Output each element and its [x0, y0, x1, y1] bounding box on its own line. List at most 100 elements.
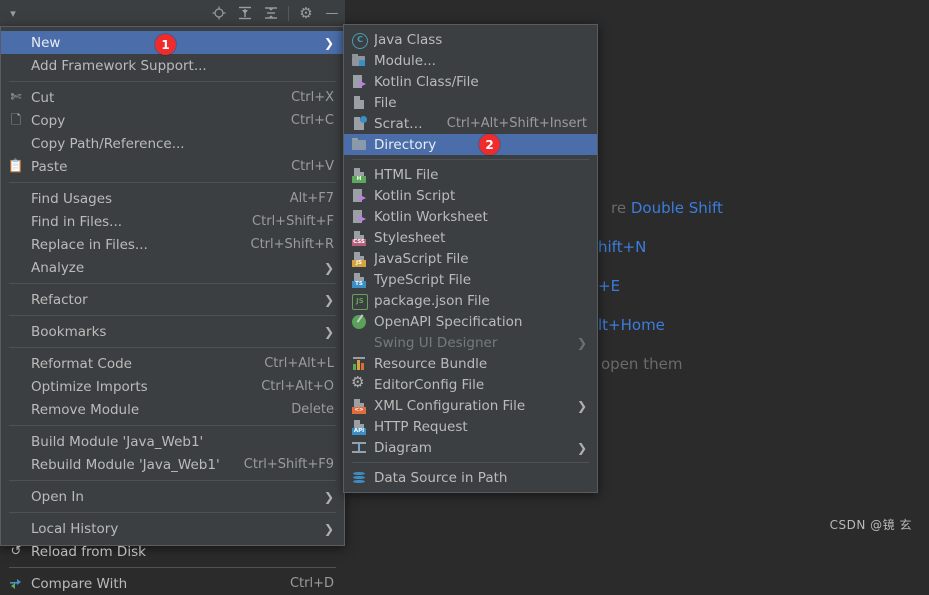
submenu-item-label: TypeScript File	[374, 271, 472, 288]
editor-hint-prefix: re	[611, 199, 627, 217]
menu-item-icon	[1, 399, 31, 420]
context-menu[interactable]: New ❯ Add Framework Support... ✄ Cut Ctr…	[0, 26, 345, 592]
submenu-item-typescript-file[interactable]: TS TypeScript File	[344, 269, 597, 290]
chevron-right-icon: ❯	[323, 35, 334, 50]
submenu-item-openapi-specification[interactable]: OpenAPI Specification	[344, 311, 597, 332]
menu-item-copy-path-reference[interactable]: Copy Path/Reference...	[1, 132, 344, 155]
settings-gear-icon[interactable]: ⚙	[293, 0, 319, 26]
menu-item-label: Local History	[31, 520, 119, 537]
submenu-item-javascript-file[interactable]: JS JavaScript File	[344, 248, 597, 269]
submenu-item-http-request[interactable]: API HTTP Request	[344, 416, 597, 437]
menu-item-bookmarks[interactable]: Bookmarks ❯	[1, 320, 344, 343]
menu-item-icon	[1, 211, 31, 232]
menu-item-open-in[interactable]: Open In ❯	[1, 485, 344, 508]
chevron-right-icon: ❯	[323, 260, 334, 275]
submenu-item-xml-configuration-file[interactable]: <> XML Configuration File ❯	[344, 395, 597, 416]
locate-target-icon[interactable]	[206, 0, 232, 26]
menu-item-add-framework-support[interactable]: Add Framework Support...	[1, 54, 344, 77]
submenu-item-resource-bundle[interactable]: Resource Bundle	[344, 353, 597, 374]
menu-item-icon	[1, 55, 31, 76]
submenu-item-directory[interactable]: Directory	[344, 134, 597, 155]
file-tag: CSS	[352, 238, 366, 246]
submenu-item-html-file[interactable]: H HTML File	[344, 164, 597, 185]
submenu-item-label: Kotlin Class/File	[374, 73, 479, 90]
menu-item-shortcut: Ctrl+Shift+R	[250, 237, 335, 252]
expand-all-icon[interactable]	[232, 0, 258, 26]
menu-item-analyze[interactable]: Analyze ❯	[1, 256, 344, 279]
submenu-item-shortcut: Ctrl+Alt+Shift+Insert	[446, 116, 587, 131]
editor-hint-key: +E	[598, 277, 621, 295]
editor-hint-row: lt+Home	[598, 316, 665, 334]
submenu-item-label: XML Configuration File	[374, 397, 526, 414]
hide-minimize-icon[interactable]: —	[319, 0, 345, 26]
js-file-icon: JS	[344, 248, 374, 269]
file-tag: <>	[352, 406, 366, 414]
menu-item-optimize-imports[interactable]: Optimize Imports Ctrl+Alt+O	[1, 375, 344, 398]
dropdown-chevron-glyph: ▾	[10, 6, 16, 20]
submenu-item-kotlin-worksheet[interactable]: Kotlin Worksheet	[344, 206, 597, 227]
collapse-all-glyph	[265, 7, 277, 19]
menu-item-label: Optimize Imports	[31, 378, 148, 395]
menu-item-reformat-code[interactable]: Reformat Code Ctrl+Alt+L	[1, 352, 344, 375]
menu-item-label: Build Module 'Java_Web1'	[31, 433, 204, 450]
scratch-file-icon	[344, 113, 374, 134]
submenu-item-diagram[interactable]: Diagram ❯	[344, 437, 597, 458]
menu-item-icon	[1, 376, 31, 397]
menu-item-label: Remove Module	[31, 401, 140, 418]
menu-item-icon	[1, 257, 31, 278]
menu-item-paste[interactable]: 📋 Paste Ctrl+V	[1, 155, 344, 178]
menu-item-remove-module[interactable]: Remove Module Delete	[1, 398, 344, 421]
menu-item-local-history[interactable]: Local History ❯	[1, 517, 344, 540]
menu-item-reload-from-disk[interactable]: ↺ Reload from Disk	[1, 540, 344, 563]
submenu-item-scratch-file[interactable]: Scratch File Ctrl+Alt+Shift+Insert	[344, 113, 597, 134]
menu-item-build-module[interactable]: Build Module 'Java_Web1'	[1, 430, 344, 453]
menu-item-copy[interactable]: 🗋 Copy Ctrl+C	[1, 109, 344, 132]
submenu-item-stylesheet[interactable]: CSS Stylesheet	[344, 227, 597, 248]
submenu-item-label: File	[374, 94, 397, 111]
menu-item-find-in-files[interactable]: Find in Files... Ctrl+Shift+F	[1, 210, 344, 233]
submenu-item-label: OpenAPI Specification	[374, 313, 523, 330]
menu-item-replace-in-files[interactable]: Replace in Files... Ctrl+Shift+R	[1, 233, 344, 256]
dropdown-chevron-icon[interactable]: ▾	[0, 0, 26, 26]
menu-item-icon	[1, 133, 31, 154]
menu-item-cut[interactable]: ✄ Cut Ctrl+X	[1, 86, 344, 109]
menu-item-find-usages[interactable]: Find Usages Alt+F7	[1, 187, 344, 210]
menu-item-icon	[1, 289, 31, 310]
menu-item-compare-with[interactable]: Compare With Ctrl+D	[1, 572, 344, 595]
submenu-item-label: Stylesheet	[374, 229, 446, 246]
kotlin-icon	[344, 185, 374, 206]
locate-target-glyph	[212, 6, 226, 20]
step-badge-2: 2	[479, 134, 500, 155]
menu-item-icon	[1, 234, 31, 255]
compare-glyph	[10, 578, 21, 589]
menu-item-rebuild-module[interactable]: Rebuild Module 'Java_Web1' Ctrl+Shift+F9	[1, 453, 344, 476]
chevron-right-icon: ❯	[576, 440, 587, 455]
submenu-item-package-json-file[interactable]: JS package.json File	[344, 290, 597, 311]
menu-item-refactor[interactable]: Refactor ❯	[1, 288, 344, 311]
expand-all-glyph	[239, 6, 251, 20]
menu-separator	[9, 425, 336, 426]
new-submenu[interactable]: C Java Class Module... Kotlin Class/File…	[343, 24, 598, 493]
menu-item-icon	[1, 321, 31, 342]
collapse-all-icon[interactable]	[258, 0, 284, 26]
menu-item-label: Analyze	[31, 259, 85, 276]
menu-item-shortcut: Ctrl+D	[289, 576, 334, 591]
submenu-item-kotlin-script[interactable]: Kotlin Script	[344, 185, 597, 206]
submenu-item-kotlin-class-file[interactable]: Kotlin Class/File	[344, 71, 597, 92]
menu-item-shortcut: Ctrl+Shift+F9	[243, 457, 334, 472]
submenu-item-java-class[interactable]: C Java Class	[344, 29, 597, 50]
editor-hint-row: open them	[601, 355, 682, 373]
chevron-right-icon: ❯	[323, 521, 334, 536]
submenu-item-data-source-in-path[interactable]: Data Source in Path	[344, 467, 597, 488]
menu-separator	[9, 315, 336, 316]
editorconfig-gear-icon	[344, 374, 374, 395]
submenu-item-swing-ui-designer: Swing UI Designer ❯	[344, 332, 597, 353]
editor-hint-key: hift+N	[598, 238, 647, 256]
submenu-item-editorconfig-file[interactable]: EditorConfig File	[344, 374, 597, 395]
submenu-item-file[interactable]: File	[344, 92, 597, 113]
http-request-icon: API	[344, 416, 374, 437]
menu-item-label: Compare With	[31, 575, 128, 592]
submenu-item-module[interactable]: Module...	[344, 50, 597, 71]
menu-item-shortcut: Ctrl+C	[290, 113, 334, 128]
chevron-right-icon: ❯	[576, 398, 587, 413]
